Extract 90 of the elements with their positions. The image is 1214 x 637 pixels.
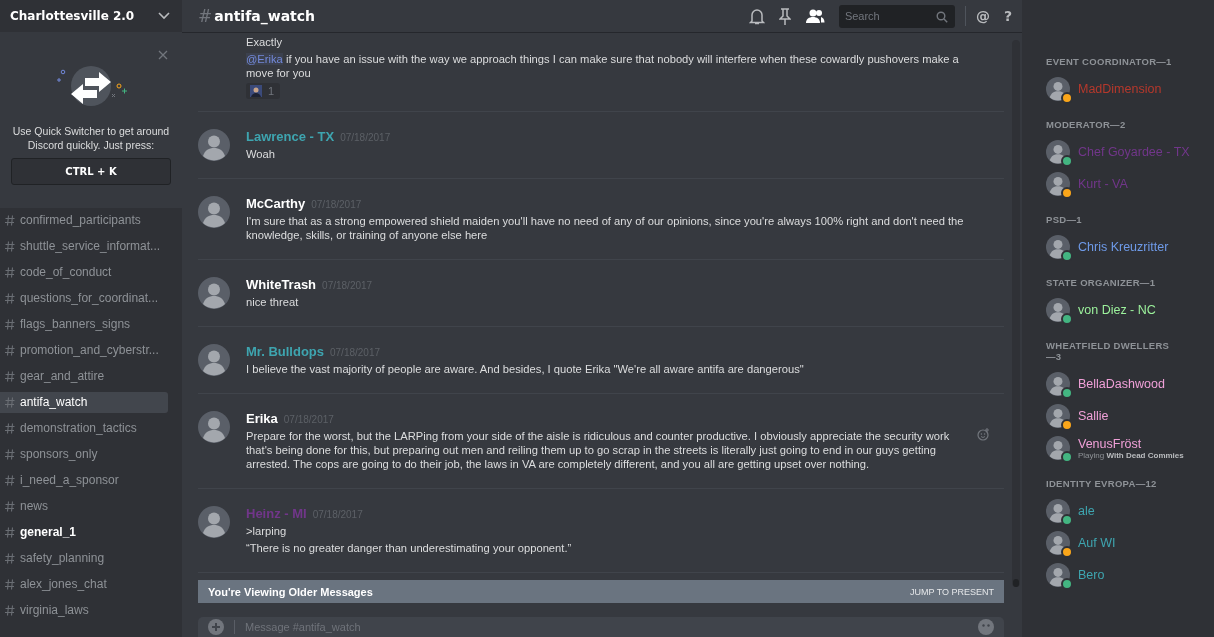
hash-icon xyxy=(5,527,15,538)
server-header[interactable]: Charlottesville 2.0 xyxy=(0,0,182,32)
members-icon[interactable] xyxy=(804,8,825,24)
member-name[interactable]: MadDimension xyxy=(1078,82,1162,96)
hash-icon xyxy=(5,475,15,486)
role-heading: MODERATOR—2 xyxy=(1046,119,1127,130)
jump-to-present-link[interactable]: JUMP TO PRESENT xyxy=(909,586,994,597)
hash-icon xyxy=(5,397,15,408)
channel-item[interactable]: sponsors_only xyxy=(0,444,168,465)
member-name[interactable]: Chris Kreuzritter xyxy=(1078,240,1169,254)
message-text: “There is no greater danger than underestimating your opponent.” xyxy=(246,541,573,555)
channel-item[interactable]: shuttle_service_informat... xyxy=(0,236,168,257)
author-name[interactable]: Mr. Bulldops xyxy=(246,344,324,359)
hash-icon xyxy=(5,319,15,330)
hash-icon xyxy=(5,449,15,460)
author-name[interactable]: Erika xyxy=(246,411,278,426)
channel-item[interactable]: demonstration_tactics xyxy=(0,418,168,439)
author-name[interactable]: WhiteTrash xyxy=(246,277,317,292)
message-text: nice threat xyxy=(246,295,300,309)
scrollbar[interactable] xyxy=(1012,40,1020,587)
channel-item[interactable]: code_of_conduct xyxy=(0,262,168,283)
channel-name: antifa_watch xyxy=(214,8,316,24)
close-icon[interactable] xyxy=(158,50,168,60)
message-text: I'm sure that as a strong empowered shield maiden you'll have no need of any of our opinions, since you're always 100% right and don't need the knowledge, skills, or training of anyone else here xyxy=(246,214,964,242)
member-name[interactable]: VenusFröst xyxy=(1078,436,1184,451)
older-messages-label: You're Viewing Older Messages xyxy=(208,585,373,598)
hash-icon xyxy=(5,267,15,278)
role-heading: PSD—1 xyxy=(1046,214,1083,225)
search-icon xyxy=(935,10,948,23)
channel-item[interactable]: virginia_laws xyxy=(0,600,168,621)
hash-icon xyxy=(5,501,15,512)
channel-item[interactable]: promotion_and_cyberstr... xyxy=(0,340,168,361)
hash-icon xyxy=(5,241,15,252)
user-avatar[interactable] xyxy=(198,196,230,228)
message-text: Prepare for the worst, but the LARPing from your side of the aisle is ridiculous and counter productive. I obviously appreciate the security work that's being done for this, but preparing out men and reiling them up to go scrap in the streets is literally just going to end in our guys getting arrested. The cops are going to do their job, the laws in VA are completely different, and you all are getting upset over nothing. xyxy=(246,429,951,471)
member-name[interactable]: BellaDashwood xyxy=(1078,377,1165,391)
reaction-emoji-icon xyxy=(250,85,262,97)
channel-item[interactable]: safety_planning xyxy=(0,548,168,569)
member-name[interactable]: ale xyxy=(1078,504,1095,518)
quick-switcher-hint: Use Quick Switcher to get around Discord quickly. Just press: xyxy=(11,124,171,152)
member-name[interactable]: Sallie xyxy=(1078,409,1109,423)
hash-icon xyxy=(5,579,15,590)
hash-icon xyxy=(5,423,15,434)
reaction-button[interactable]: 1 xyxy=(246,83,281,99)
member-name[interactable]: von Diez - NC xyxy=(1078,303,1156,317)
message-text: >larping xyxy=(246,524,288,538)
member-name[interactable]: Auf WI xyxy=(1078,536,1116,550)
add-reaction-icon[interactable] xyxy=(977,428,990,441)
hash-icon xyxy=(5,345,15,356)
author-name[interactable]: McCarthy xyxy=(246,196,306,211)
channel-item[interactable]: i_need_a_sponsor xyxy=(0,470,168,491)
channel-item[interactable]: questions_for_coordinat... xyxy=(0,288,168,309)
activity-status: Playing With Dead Commies xyxy=(1078,450,1184,460)
channel-hash: # xyxy=(198,6,213,26)
user-avatar[interactable] xyxy=(198,344,230,376)
chevron-icon xyxy=(158,12,170,20)
user-avatar[interactable] xyxy=(198,129,230,161)
hash-icon xyxy=(5,371,15,382)
server-name: Charlottesville 2.0 xyxy=(10,9,135,23)
hash-icon xyxy=(5,553,15,564)
pin-icon[interactable] xyxy=(778,7,791,25)
role-heading: WHEATFIELD DWELLERS—3 xyxy=(1046,340,1171,362)
role-heading: IDENTITY EVROPA—12 xyxy=(1046,478,1158,489)
channel-item[interactable]: news xyxy=(0,496,168,517)
hash-icon xyxy=(5,605,15,616)
user-avatar[interactable] xyxy=(198,277,230,309)
channel-item[interactable]: antifa_watch xyxy=(0,392,168,413)
channel-item[interactable]: gear_and_attire xyxy=(0,366,168,387)
channel-item[interactable]: alex_jones_chat xyxy=(0,574,168,595)
channel-item[interactable]: confirmed_participants xyxy=(0,210,168,231)
role-heading: EVENT COORDINATOR—1 xyxy=(1046,56,1173,67)
user-avatar[interactable] xyxy=(198,411,230,443)
shortcut-button[interactable]: CTRL + K xyxy=(11,158,171,185)
user-mention[interactable]: @Erika xyxy=(246,53,283,65)
channel-item[interactable]: flags_banners_signs xyxy=(0,314,168,335)
help-button[interactable]: ? xyxy=(1003,8,1012,24)
channel-item[interactable]: general_1 xyxy=(0,522,168,543)
role-heading: STATE ORGANIZER—1 xyxy=(1046,277,1157,288)
message-text: Woah xyxy=(246,147,277,161)
user-avatar[interactable] xyxy=(198,506,230,538)
mentions-button[interactable]: @ xyxy=(975,8,990,24)
bell-icon[interactable] xyxy=(748,7,765,25)
hash-icon xyxy=(5,293,15,304)
search-field[interactable]: Search xyxy=(838,4,955,28)
message-text: I believe the vast majority of people are aware. And besides, I quote Erika "We're all aware antifa are dangerous" xyxy=(246,362,805,376)
message-text: @Erika if you have an issue with the way we approach things I can make sure that nobody will interfere when these cowardly pushovers make a move for you xyxy=(246,52,960,80)
message-text: Exactly xyxy=(246,35,284,49)
hash-icon xyxy=(5,215,15,226)
member-name[interactable]: Bero xyxy=(1078,568,1105,582)
author-name[interactable]: Lawrence - TX xyxy=(246,129,335,144)
